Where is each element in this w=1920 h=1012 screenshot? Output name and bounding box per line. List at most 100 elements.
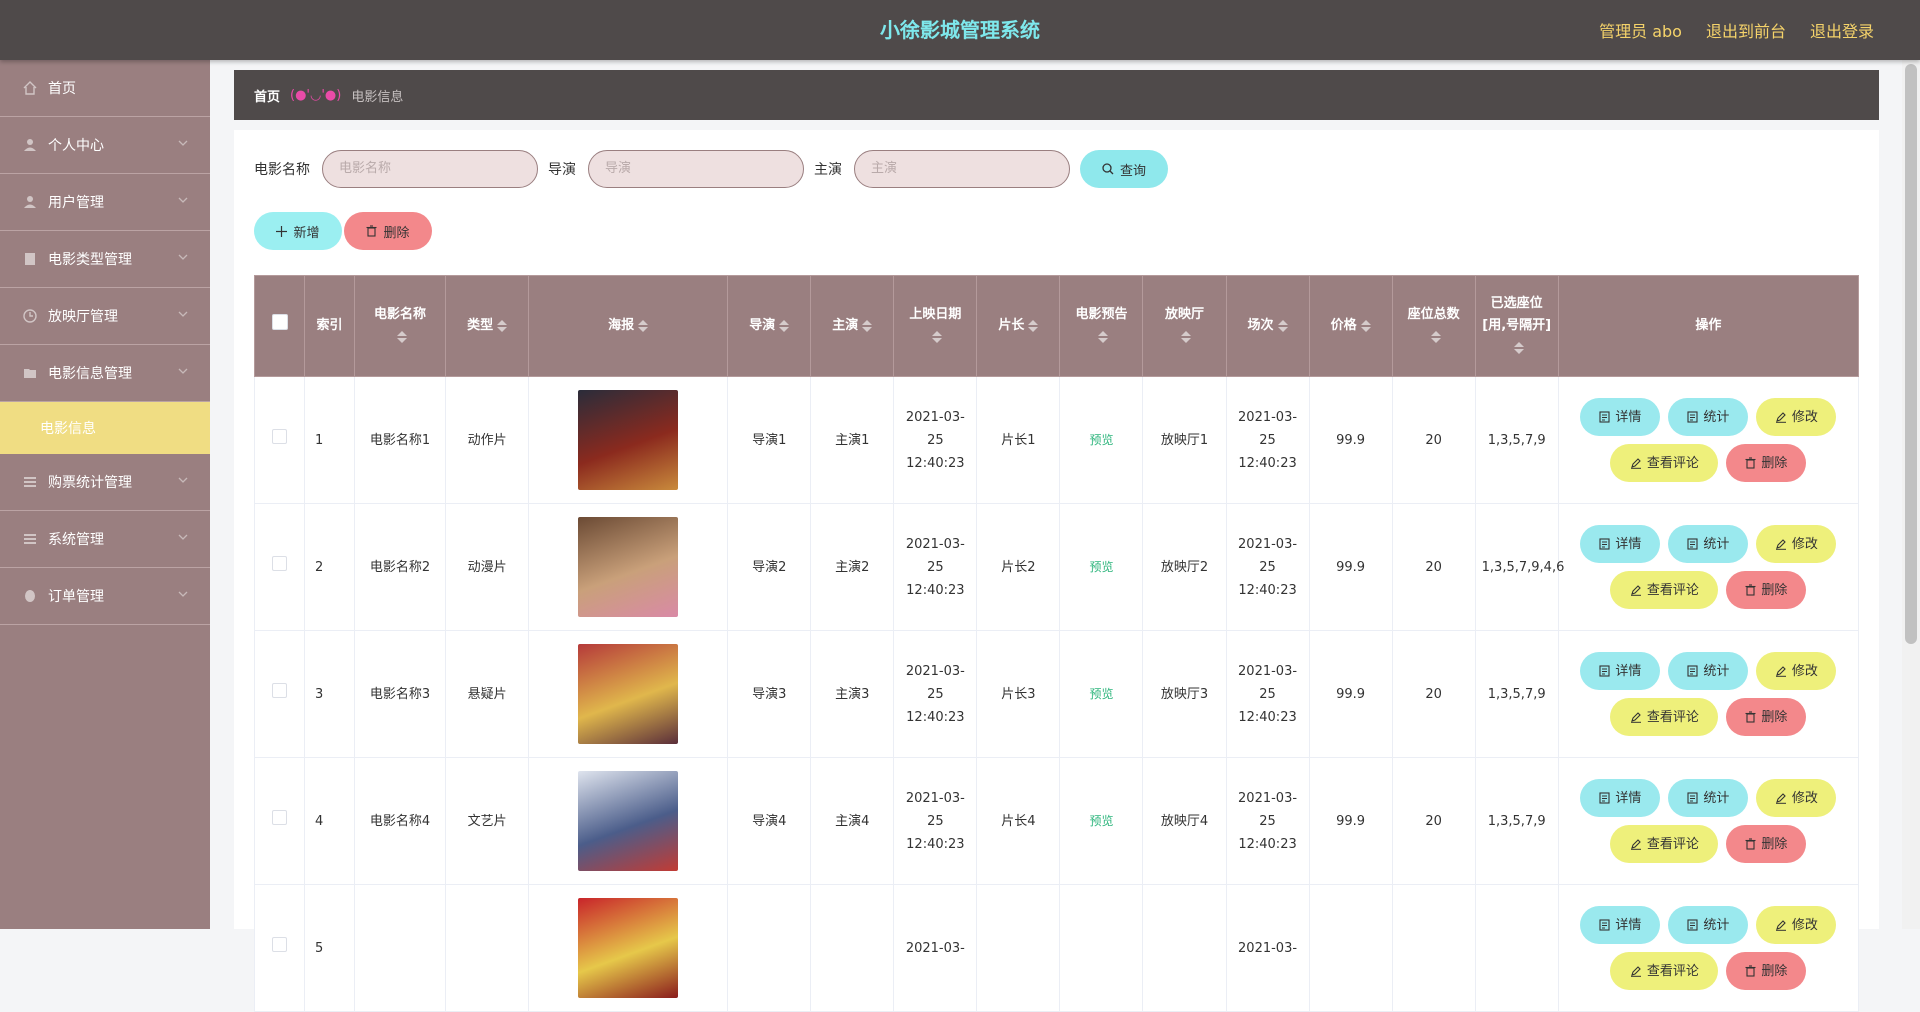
trailer-preview-link[interactable]: 预览 (1089, 433, 1113, 447)
trailer-preview-link[interactable]: 预览 (1089, 814, 1113, 828)
delete-button[interactable]: 删除 (1726, 698, 1807, 736)
detail-button[interactable]: 详情 (1580, 525, 1661, 563)
view-reviews-button[interactable]: 查看评论 (1610, 571, 1719, 609)
header-date[interactable]: 上映日期 (893, 275, 978, 377)
header-seats-label: 座位总数 (1407, 307, 1460, 322)
sort-icon[interactable] (1360, 319, 1371, 332)
trailer-preview-link[interactable]: 预览 (1089, 687, 1113, 701)
view-reviews-button[interactable]: 查看评论 (1610, 444, 1719, 482)
header-poster[interactable]: 海报 (528, 275, 729, 377)
sort-icon[interactable] (1430, 330, 1441, 343)
vertical-scrollbar[interactable] (1902, 60, 1920, 929)
view-reviews-button[interactable]: 查看评论 (1610, 698, 1719, 736)
edit-button[interactable]: 修改 (1756, 398, 1837, 436)
statistics-button[interactable]: 统计 (1668, 779, 1749, 817)
scrollbar-thumb[interactable] (1905, 64, 1917, 644)
statistics-button[interactable]: 统计 (1668, 652, 1749, 690)
header-duration[interactable]: 片长 (976, 275, 1061, 377)
movie-name-input[interactable]: 电影名称 (322, 150, 538, 188)
header-seats[interactable]: 座位总数 (1391, 275, 1476, 377)
trailer-preview-link[interactable]: 预览 (1089, 560, 1113, 574)
chevron-down-icon (178, 193, 188, 209)
director-input[interactable]: 导演 (588, 150, 804, 188)
edit-button[interactable]: 修改 (1756, 525, 1837, 563)
view-reviews-button[interactable]: 查看评论 (1610, 952, 1719, 990)
sidebar-item-after-2[interactable]: 订单管理 (0, 568, 210, 625)
header-actor[interactable]: 主演 (810, 275, 895, 377)
view-reviews-button[interactable]: 查看评论 (1610, 825, 1719, 863)
sidebar-subitem-movie-info[interactable]: 电影信息 (0, 402, 210, 454)
sidebar-item-5[interactable]: 电影信息管理 (0, 345, 210, 402)
header-hall[interactable]: 放映厅 (1142, 275, 1227, 377)
sort-icon[interactable] (1098, 330, 1109, 343)
delete-button[interactable]: 删除 (1726, 952, 1807, 990)
sort-icon[interactable] (638, 319, 649, 332)
cell-ops: 详情 统计 修改 查看评论 删除 (1557, 503, 1860, 631)
sidebar-item-0[interactable]: 首页 (0, 60, 210, 117)
detail-button[interactable]: 详情 (1580, 398, 1661, 436)
edit-button[interactable]: 修改 (1756, 906, 1837, 944)
delete-button[interactable]: 删除 (1726, 444, 1807, 482)
header-trailer[interactable]: 电影预告 (1059, 275, 1144, 377)
row-checkbox[interactable] (272, 682, 287, 698)
header-price[interactable]: 价格 (1308, 275, 1393, 377)
poster-image[interactable] (578, 644, 679, 744)
sidebar-item-after-1[interactable]: 系统管理 (0, 511, 210, 568)
chevron-down-icon (178, 473, 188, 489)
detail-button[interactable]: 详情 (1580, 906, 1661, 944)
row-checkbox[interactable] (272, 809, 287, 825)
select-all-checkbox[interactable] (271, 314, 288, 330)
breadcrumb-home[interactable]: 首页 (254, 86, 280, 105)
select-all-header (253, 275, 306, 377)
home-icon (22, 80, 38, 96)
query-button[interactable]: 查询 (1080, 150, 1168, 188)
delete-button[interactable]: 删除 (1726, 571, 1807, 609)
poster-image[interactable] (578, 390, 679, 490)
poster-image[interactable] (578, 771, 679, 871)
sort-icon[interactable] (1028, 319, 1039, 332)
sort-icon[interactable] (932, 330, 943, 343)
sidebar-item-4[interactable]: 放映厅管理 (0, 288, 210, 345)
cell-seats: 20 (1391, 503, 1476, 631)
batch-delete-button[interactable]: 删除 (344, 212, 432, 250)
header-director[interactable]: 导演 (727, 275, 812, 377)
cell-type: 动漫片 (445, 503, 530, 631)
sort-icon[interactable] (497, 319, 508, 332)
sort-icon[interactable] (779, 319, 790, 332)
poster-image[interactable] (578, 517, 679, 617)
row-checkbox[interactable] (272, 936, 287, 952)
poster-image[interactable] (578, 898, 679, 998)
add-button[interactable]: 新增 (254, 212, 342, 250)
cell-price: 99.9 (1308, 503, 1393, 631)
header-name[interactable]: 电影名称 (354, 275, 447, 377)
header-type[interactable]: 类型 (445, 275, 530, 377)
header-session[interactable]: 场次 (1225, 275, 1310, 377)
sort-icon[interactable] (1513, 341, 1524, 354)
sort-icon[interactable] (1181, 330, 1192, 343)
sidebar-item-label: 购票统计管理 (48, 475, 132, 491)
header-selected[interactable]: 已选座位[用,号隔开] (1474, 275, 1559, 377)
statistics-button[interactable]: 统计 (1668, 398, 1749, 436)
statistics-button[interactable]: 统计 (1668, 906, 1749, 944)
edit-button[interactable]: 修改 (1756, 652, 1837, 690)
sort-icon[interactable] (397, 330, 408, 343)
detail-button[interactable]: 详情 (1580, 779, 1661, 817)
sort-icon[interactable] (862, 319, 873, 332)
detail-button[interactable]: 详情 (1580, 652, 1661, 690)
table-row: 2 电影名称2 动漫片 导演2 主演2 2021-03-25 12:40:23 片长2 预览放… (253, 503, 1860, 631)
row-checkbox[interactable] (272, 428, 287, 444)
sidebar-item-2[interactable]: 用户管理 (0, 174, 210, 231)
cell-date: 2021-03-25 12:40:23 (893, 376, 978, 504)
actor-input[interactable]: 主演 (854, 150, 1070, 188)
sidebar-item-after-0[interactable]: 购票统计管理 (0, 454, 210, 511)
logout-link[interactable]: 退出登录 (1810, 18, 1874, 42)
sidebar-item-1[interactable]: 个人中心 (0, 117, 210, 174)
row-checkbox[interactable] (272, 555, 287, 571)
sidebar-item-3[interactable]: 电影类型管理 (0, 231, 210, 288)
sort-icon[interactable] (1277, 319, 1288, 332)
exit-to-front-link[interactable]: 退出到前台 (1706, 18, 1786, 42)
cell-selected: 1,3,5,7,9 (1474, 757, 1559, 885)
edit-button[interactable]: 修改 (1756, 779, 1837, 817)
statistics-button[interactable]: 统计 (1668, 525, 1749, 563)
delete-button[interactable]: 删除 (1726, 825, 1807, 863)
